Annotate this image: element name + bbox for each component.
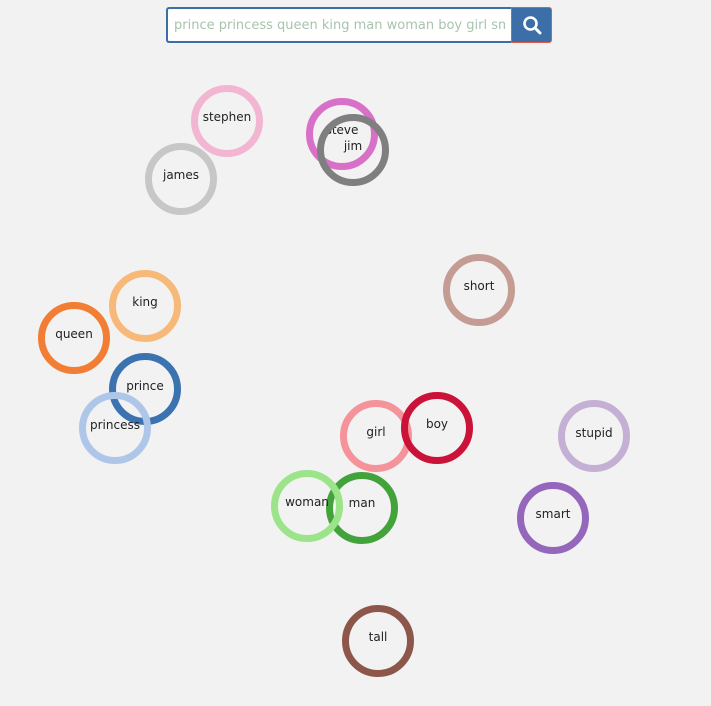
word-node-stephen[interactable]: [191, 85, 263, 157]
word-node-woman[interactable]: [271, 470, 343, 542]
word-node-jim[interactable]: [317, 114, 389, 186]
word-node-smart[interactable]: [517, 482, 589, 554]
word-node-james[interactable]: [145, 143, 217, 215]
word-node-tall[interactable]: [342, 605, 414, 677]
word-node-short[interactable]: [443, 254, 515, 326]
word-node-princess[interactable]: [79, 392, 151, 464]
search-button[interactable]: [511, 7, 552, 43]
word-node-boy[interactable]: [401, 392, 473, 464]
search-bar: [166, 7, 552, 43]
search-input[interactable]: [166, 7, 511, 43]
search-icon: [522, 16, 541, 35]
word-node-stupid[interactable]: [558, 400, 630, 472]
word-embedding-canvas[interactable]: stephenstevejimjamesshortkingqueenprince…: [0, 0, 711, 706]
word-node-king[interactable]: [109, 270, 181, 342]
word-node-queen[interactable]: [38, 302, 110, 374]
